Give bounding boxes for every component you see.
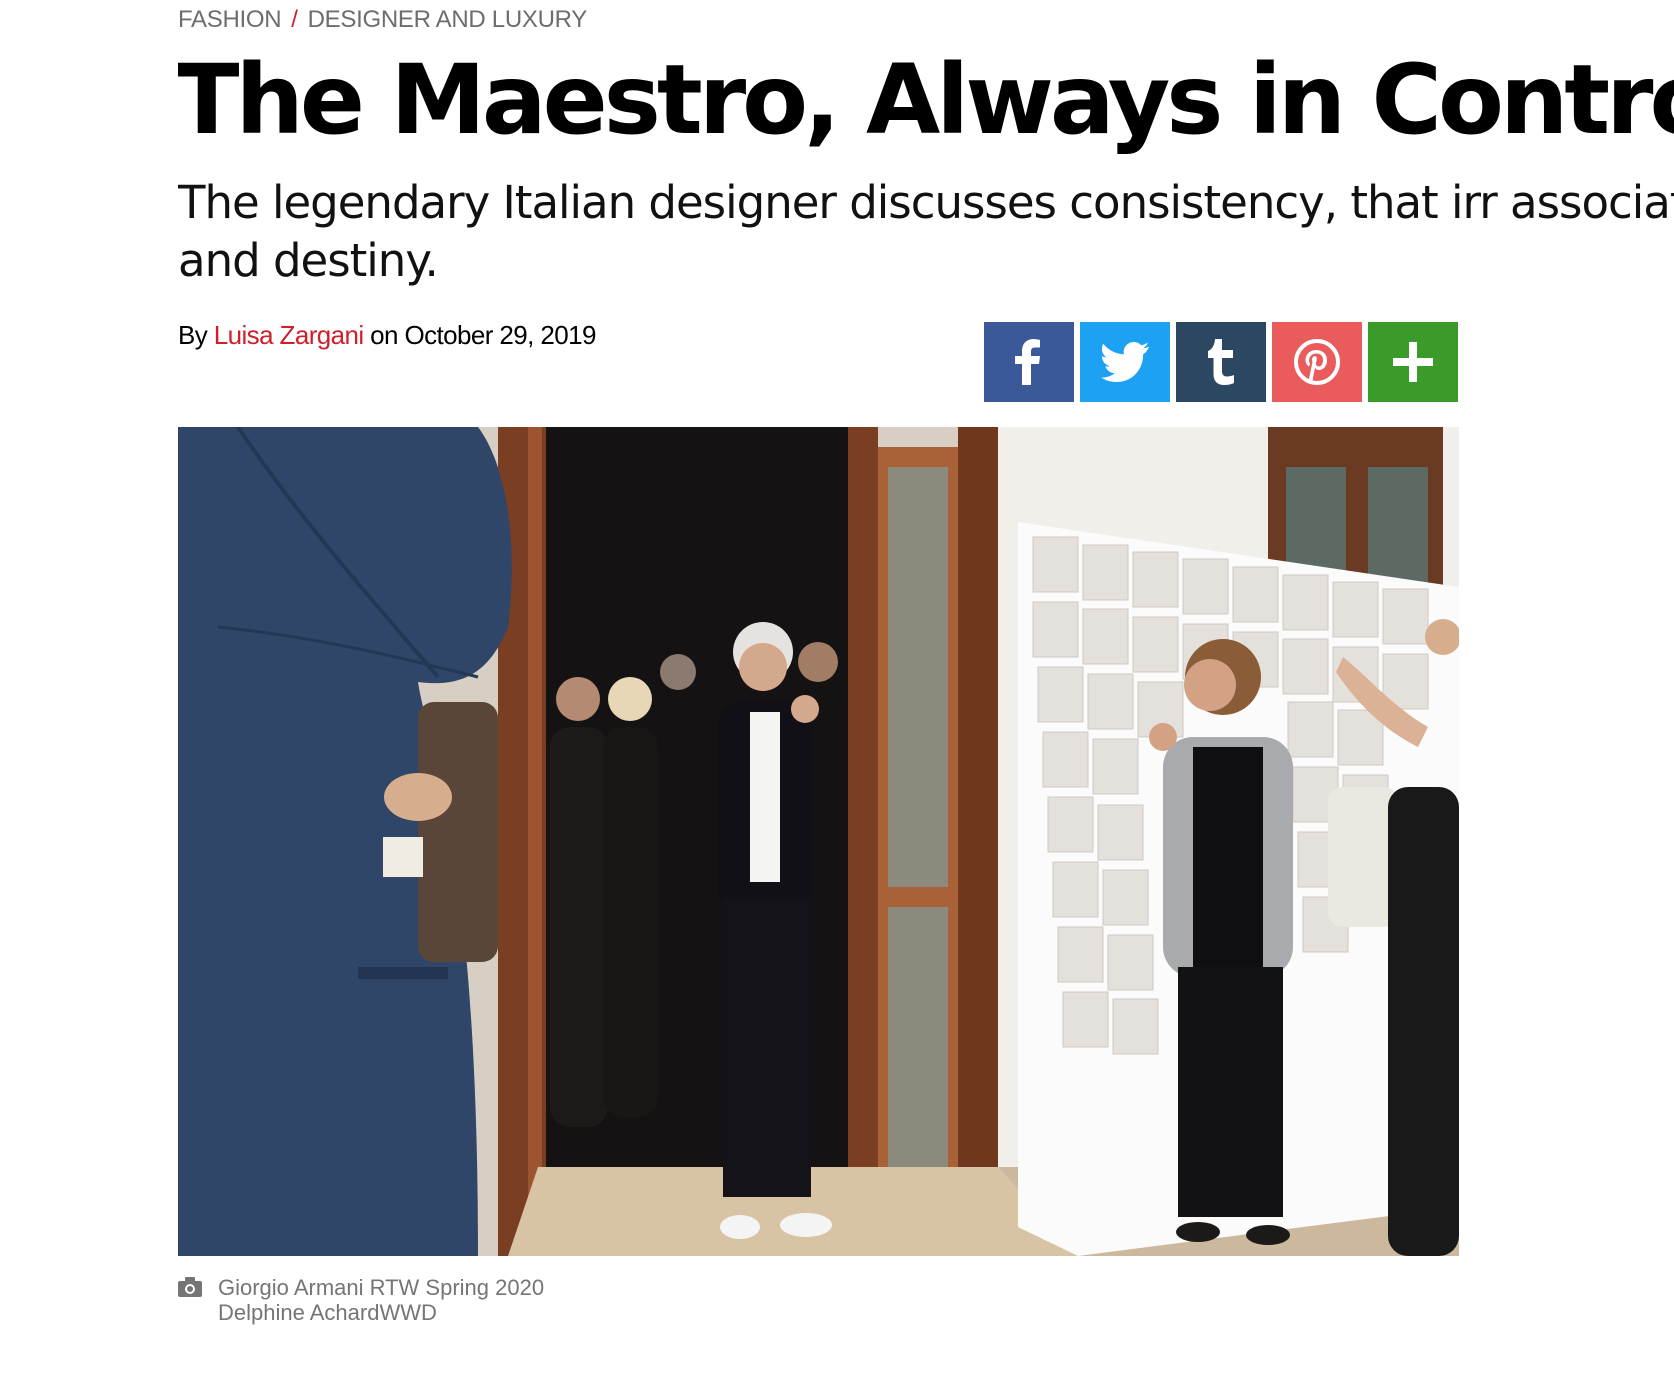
share-bar	[984, 322, 1464, 402]
plus-icon	[1393, 342, 1433, 382]
hero-image	[178, 427, 1459, 1256]
breadcrumb-designer-luxury-link[interactable]: DESIGNER AND LUXURY	[308, 6, 588, 33]
byline: By Luisa Zargani on October 29, 2019	[178, 320, 596, 351]
article: FASHION / DESIGNER AND LUXURY The Maestro,…	[178, 0, 1674, 1390]
pinterest-share-button[interactable]	[1272, 322, 1362, 402]
breadcrumb-fashion-link[interactable]: FASHION	[178, 6, 282, 33]
article-dek: The legendary Italian designer discusses…	[178, 176, 1674, 287]
caption-title: Giorgio Armani RTW Spring 2020	[218, 1275, 545, 1300]
image-caption: Giorgio Armani RTW Spring 2020 Delphine …	[178, 1275, 544, 1325]
camera-icon	[178, 1277, 202, 1297]
author-link[interactable]: Luisa Zargani	[214, 320, 364, 350]
tumblr-icon	[1208, 339, 1234, 385]
pinterest-icon	[1294, 339, 1340, 385]
article-headline: The Maestro, Always in Control	[178, 44, 1674, 156]
breadcrumb: FASHION / DESIGNER AND LUXURY	[178, 6, 587, 34]
caption-credit: Delphine AchardWWD	[218, 1300, 437, 1325]
more-share-button[interactable]	[1368, 322, 1458, 402]
facebook-share-button[interactable]	[984, 322, 1074, 402]
facebook-icon	[1015, 339, 1040, 385]
byline-date-prefix: on	[370, 320, 398, 350]
breadcrumb-separator: /	[291, 6, 298, 33]
twitter-share-button[interactable]	[1080, 322, 1170, 402]
byline-prefix: By	[178, 320, 208, 350]
byline-date: October 29, 2019	[404, 320, 597, 350]
tumblr-share-button[interactable]	[1176, 322, 1266, 402]
hero-photo	[178, 427, 1459, 1256]
twitter-icon	[1101, 342, 1149, 382]
